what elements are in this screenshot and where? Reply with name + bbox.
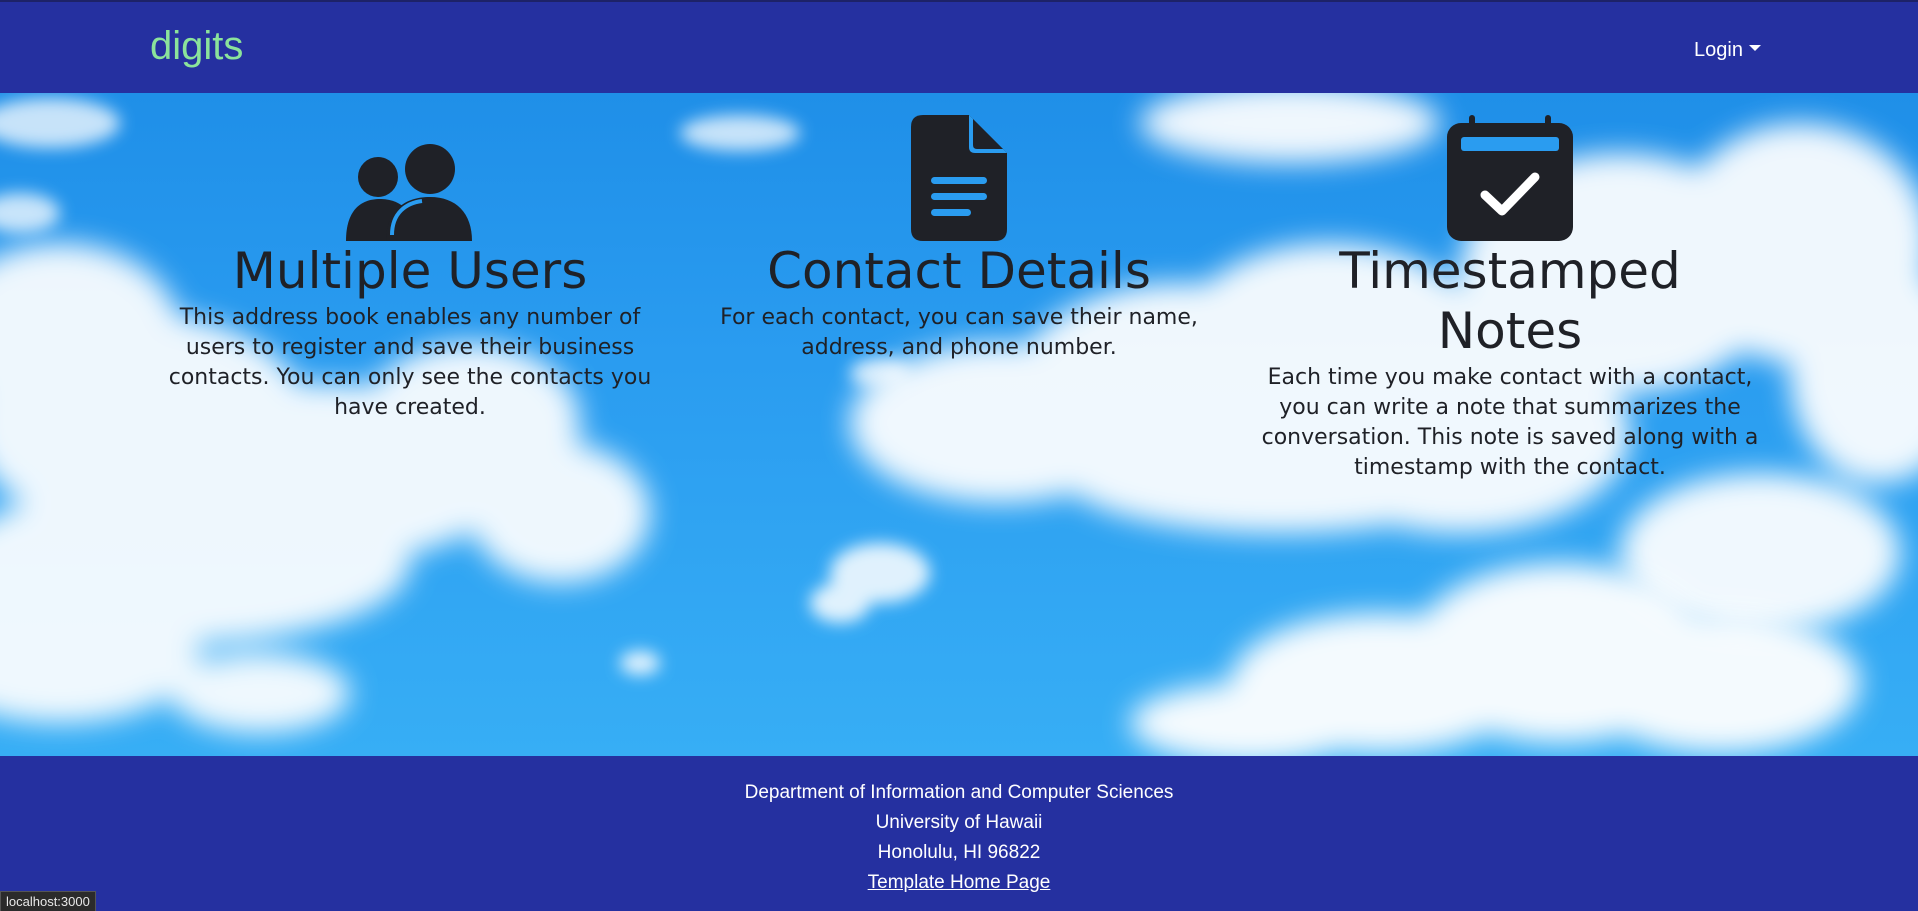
feature-timestamped-notes: Timestamped Notes Each time you make con… — [1260, 111, 1760, 483]
feature-title: Timestamped Notes — [1339, 242, 1681, 360]
footer-address: Honolulu, HI 96822 — [877, 842, 1041, 863]
calendar-check-icon — [1447, 115, 1573, 241]
caret-down-icon — [1748, 44, 1761, 51]
footer-university: University of Hawaii — [875, 812, 1043, 833]
landing-hero: Multiple Users This address book enables… — [0, 93, 1918, 756]
navbar: digits Login — [0, 0, 1918, 93]
template-home-link[interactable]: Template Home Page — [868, 872, 1051, 893]
feature-contact-details: Contact Details For each contact, you ca… — [709, 111, 1209, 363]
footer-department: Department of Information and Computer S… — [744, 782, 1174, 803]
feature-description: For each contact, you can save their nam… — [720, 305, 1198, 360]
feature-description: This address book enables any number of … — [168, 305, 652, 420]
status-bar-url: localhost:3000 — [0, 891, 96, 911]
feature-description: Each time you make contact with a contac… — [1261, 365, 1759, 480]
brand-link[interactable]: digits — [150, 22, 243, 70]
footer: Department of Information and Computer S… — [0, 756, 1918, 911]
users-icon — [346, 144, 472, 241]
login-dropdown[interactable]: Login — [1694, 36, 1761, 64]
feature-title: Multiple Users — [232, 242, 588, 300]
feature-title: Contact Details — [767, 242, 1151, 300]
login-label: Login — [1694, 39, 1743, 61]
file-lines-icon — [911, 115, 1007, 241]
feature-multiple-users: Multiple Users This address book enables… — [160, 111, 660, 423]
